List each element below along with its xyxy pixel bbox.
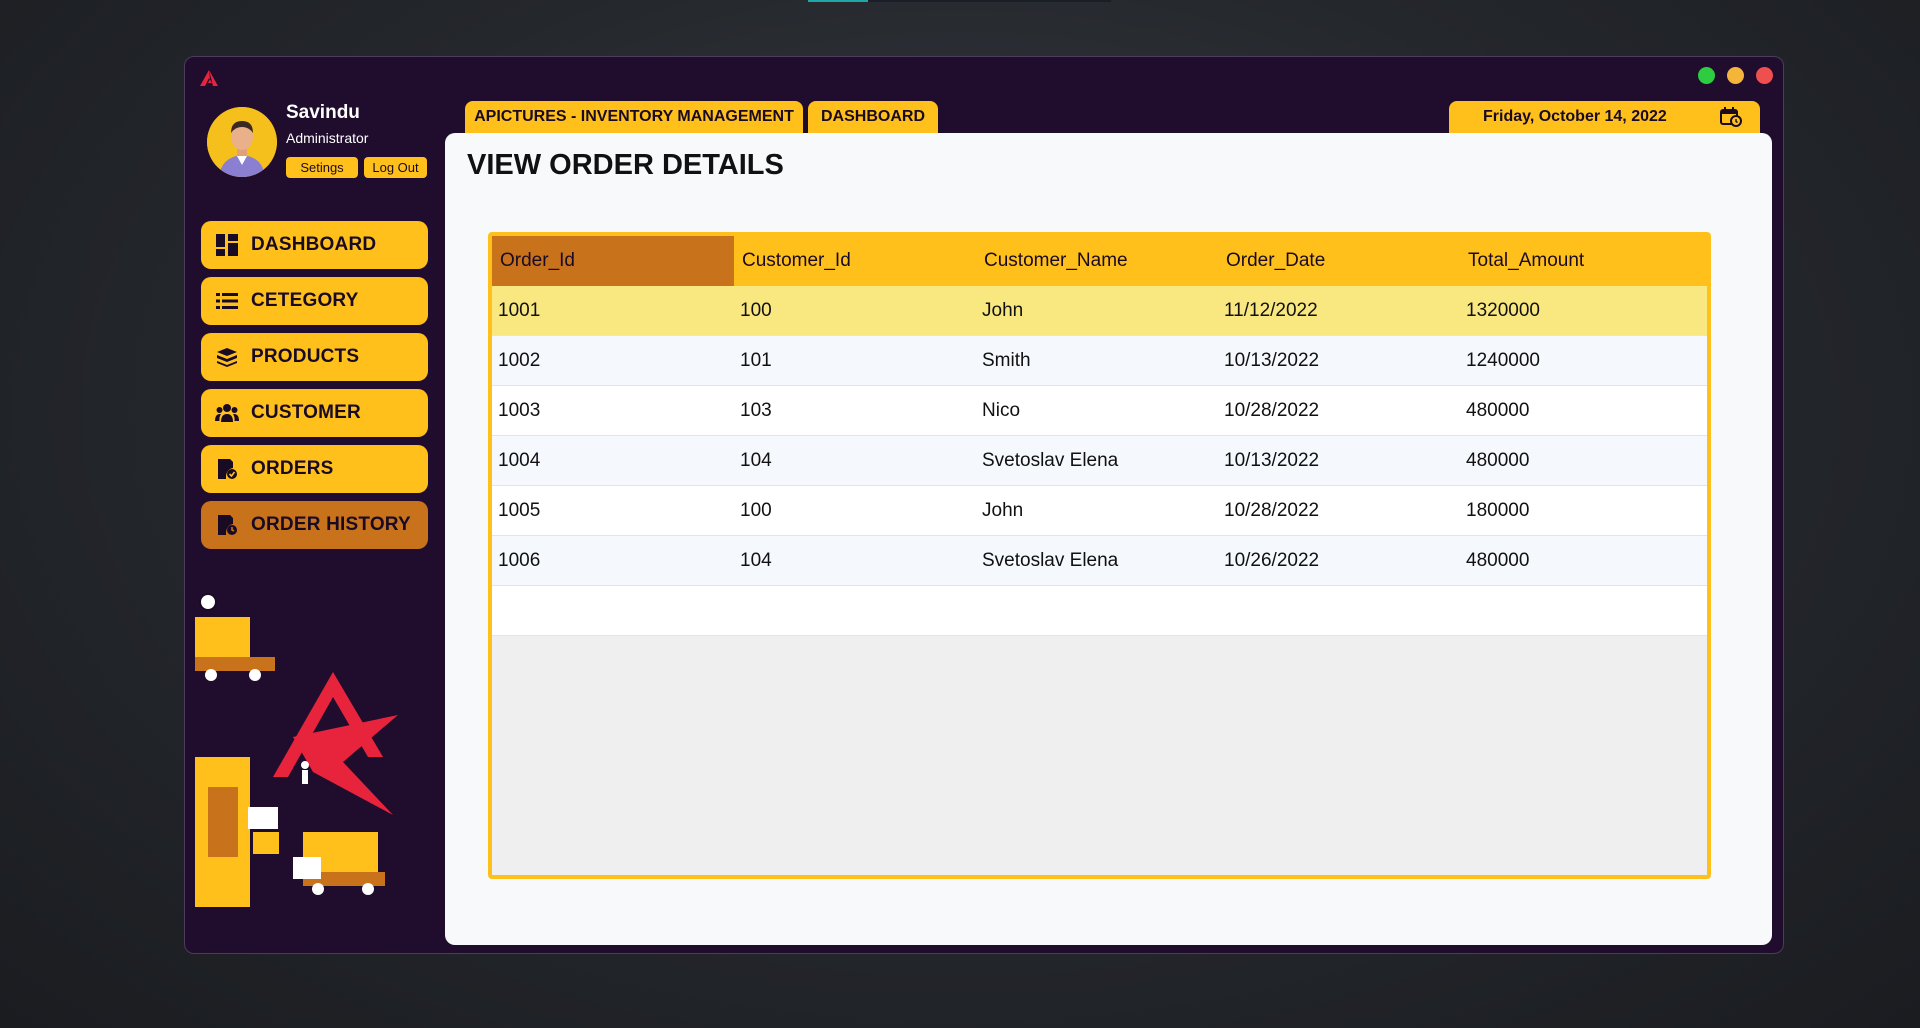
sidebar-item-label: ORDERS xyxy=(251,458,334,479)
cell-customer-name: Smith xyxy=(982,349,1031,371)
cell-order-id: 1005 xyxy=(498,499,541,521)
table-row[interactable]: 1003 103 Nico 10/28/2022 480000 xyxy=(492,386,1707,436)
column-header-order-date[interactable]: Order_Date xyxy=(1218,236,1460,286)
column-header-customer-id[interactable]: Customer_Id xyxy=(734,236,976,286)
user-name: Savindu xyxy=(286,102,360,123)
sidebar-item-products[interactable]: PRODUCTS xyxy=(201,333,428,381)
cell-order-date: 10/28/2022 xyxy=(1224,399,1320,421)
cell-order-date: 10/28/2022 xyxy=(1224,499,1320,521)
column-header-total-amount[interactable]: Total_Amount xyxy=(1460,236,1702,286)
page-title: VIEW ORDER DETAILS xyxy=(467,149,784,181)
window-controls xyxy=(1698,67,1773,84)
table-header: Order_Id Customer_Id Customer_Name Order… xyxy=(492,236,1707,286)
table-row[interactable]: 1006 104 Svetoslav Elena 10/26/2022 4800… xyxy=(492,536,1707,586)
sidebar-nav: DASHBOARD CETEGORY PRODUCTS CUSTOMER ORD… xyxy=(201,221,428,557)
user-avatar-icon xyxy=(207,107,277,177)
sidebar-item-label: CUSTOMER xyxy=(251,402,361,423)
sidebar-item-label: PRODUCTS xyxy=(251,346,360,367)
app-window: Savindu Administrator Setings Log Out DA… xyxy=(184,56,1784,954)
cell-order-id: 1004 xyxy=(498,449,541,471)
cell-customer-id: 104 xyxy=(740,449,772,471)
cell-total-amount: 180000 xyxy=(1466,499,1530,521)
cell-customer-id: 100 xyxy=(740,499,772,521)
close-button[interactable] xyxy=(1756,67,1773,84)
cell-total-amount: 480000 xyxy=(1466,549,1530,571)
sidebar-item-label: ORDER HISTORY xyxy=(251,514,411,535)
cell-order-id: 1002 xyxy=(498,349,541,371)
cell-customer-name: Nico xyxy=(982,399,1021,421)
warehouse-illustration xyxy=(195,593,398,907)
column-header-order-id[interactable]: Order_Id xyxy=(492,236,734,286)
cell-customer-name: Svetoslav Elena xyxy=(982,549,1119,571)
cell-order-id: 1001 xyxy=(498,299,541,321)
minimize-button[interactable] xyxy=(1727,67,1744,84)
maximize-button[interactable] xyxy=(1698,67,1715,84)
table-row[interactable]: 1002 101 Smith 10/13/2022 1240000 xyxy=(492,336,1707,386)
column-header-customer-name[interactable]: Customer_Name xyxy=(976,236,1218,286)
sidebar-item-customer[interactable]: CUSTOMER xyxy=(201,389,428,437)
cell-order-date: 10/26/2022 xyxy=(1224,549,1320,571)
sidebar-item-order-history[interactable]: ORDER HISTORY xyxy=(201,501,428,549)
cell-customer-name: John xyxy=(982,299,1024,321)
cell-order-date: 10/13/2022 xyxy=(1224,349,1320,371)
calendar-icon[interactable] xyxy=(1720,107,1742,127)
avatar xyxy=(207,107,277,177)
cell-total-amount: 480000 xyxy=(1466,399,1530,421)
sidebar-item-label: DASHBOARD xyxy=(251,234,377,255)
user-role: Administrator xyxy=(286,130,369,146)
cell-customer-id: 103 xyxy=(740,399,772,421)
current-date: Friday, October 14, 2022 xyxy=(1483,108,1667,125)
cell-order-id: 1006 xyxy=(498,549,541,571)
cell-order-date: 11/12/2022 xyxy=(1224,299,1318,321)
list-icon xyxy=(215,289,239,313)
app-logo-icon xyxy=(200,70,218,86)
cell-customer-name: Svetoslav Elena xyxy=(982,449,1119,471)
table-row[interactable]: 1004 104 Svetoslav Elena 10/13/2022 4800… xyxy=(492,436,1707,486)
top-dark-bar xyxy=(868,0,1111,2)
main-content: VIEW ORDER DETAILS Order_Id Customer_Id … xyxy=(445,133,1772,945)
cell-customer-name: John xyxy=(982,499,1024,521)
top-accent-bar xyxy=(808,0,868,2)
order-icon xyxy=(215,457,239,481)
cell-total-amount: 480000 xyxy=(1466,449,1530,471)
tab-app-title[interactable]: APICTURES - INVENTORY MANAGEMENT xyxy=(465,101,803,133)
logout-button[interactable]: Log Out xyxy=(364,157,427,178)
sidebar-item-dashboard[interactable]: DASHBOARD xyxy=(201,221,428,269)
users-icon xyxy=(215,401,239,425)
table-new-row[interactable] xyxy=(492,586,1707,636)
cell-customer-id: 101 xyxy=(740,349,772,371)
cell-order-date: 10/13/2022 xyxy=(1224,449,1320,471)
cell-total-amount: 1320000 xyxy=(1466,299,1540,321)
cell-order-id: 1003 xyxy=(498,399,541,421)
cell-customer-id: 104 xyxy=(740,549,772,571)
cell-total-amount: 1240000 xyxy=(1466,349,1540,371)
cell-customer-id: 100 xyxy=(740,299,772,321)
sidebar-item-orders[interactable]: ORDERS xyxy=(201,445,428,493)
table-row[interactable]: 1005 100 John 10/28/2022 180000 xyxy=(492,486,1707,536)
box-icon xyxy=(215,345,239,369)
tab-dashboard[interactable]: DASHBOARD xyxy=(808,101,938,133)
order-history-icon xyxy=(215,513,239,537)
orders-table[interactable]: Order_Id Customer_Id Customer_Name Order… xyxy=(488,232,1711,879)
dashboard-icon xyxy=(215,233,239,257)
date-display: Friday, October 14, 2022 xyxy=(1449,101,1760,133)
sidebar-item-label: CETEGORY xyxy=(251,290,359,311)
table-row[interactable]: 1001 100 John 11/12/2022 1320000 xyxy=(492,286,1707,336)
sidebar-item-category[interactable]: CETEGORY xyxy=(201,277,428,325)
settings-button[interactable]: Setings xyxy=(286,157,358,178)
